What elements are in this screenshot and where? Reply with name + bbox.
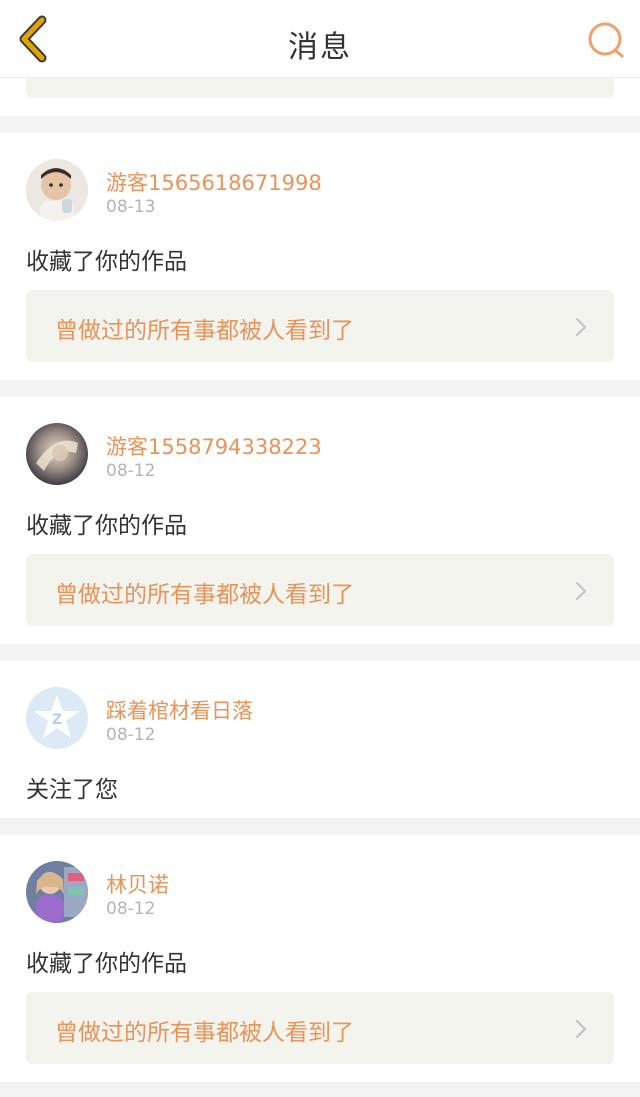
page-title: 消息: [288, 30, 352, 65]
notification-card: 游客1558794338223 08-12 收藏了你的作品 曾做过的所有事都被人…: [0, 397, 640, 644]
timestamp: 08-12: [106, 461, 156, 481]
timestamp: 08-12: [106, 899, 156, 919]
work-title: 曾做过的所有事都被人看到了: [55, 1020, 354, 1046]
chevron-right-icon: [575, 1019, 587, 1039]
search-icon: [588, 22, 624, 58]
action-text: 关注了您: [26, 777, 118, 803]
avatar[interactable]: [26, 861, 88, 923]
qq-default-avatar-icon: Z: [26, 687, 88, 749]
top-bar: 消息: [0, 0, 640, 78]
username[interactable]: 游客1565618671998: [106, 167, 322, 197]
search-button[interactable]: [586, 20, 626, 60]
action-text: 收藏了你的作品: [26, 513, 187, 539]
work-title: 曾做过的所有事都被人看到了: [55, 582, 354, 608]
notification-card: 林贝诺 08-12 收藏了你的作品 曾做过的所有事都被人看到了: [0, 835, 640, 1082]
avatar[interactable]: [26, 159, 88, 221]
action-text: 收藏了你的作品: [26, 249, 187, 275]
avatar-photo: [26, 423, 88, 485]
notification-card: 游客1565618671998 08-13 收藏了你的作品 曾做过的所有事都被人…: [0, 133, 640, 380]
timestamp: 08-12: [106, 725, 156, 745]
avatar-photo: [26, 861, 88, 923]
avatar-photo: [26, 159, 88, 221]
work-title: 曾做过的所有事都被人看到了: [55, 318, 354, 344]
action-text: 收藏了你的作品: [26, 951, 187, 977]
username[interactable]: 林贝诺: [106, 869, 169, 899]
avatar[interactable]: [26, 423, 88, 485]
chevron-right-icon: [575, 317, 587, 337]
work-link[interactable]: 曾做过的所有事都被人看到了: [26, 992, 614, 1064]
avatar[interactable]: Z: [26, 687, 88, 749]
work-link[interactable]: 曾做过的所有事都被人看到了: [26, 290, 614, 362]
timestamp: 08-13: [106, 197, 156, 217]
notification-card: Z 踩着棺材看日落 08-12 关注了您: [0, 661, 640, 818]
username[interactable]: 游客1558794338223: [106, 431, 322, 461]
svg-text:Z: Z: [52, 712, 62, 728]
username[interactable]: 踩着棺材看日落: [106, 695, 253, 725]
work-link[interactable]: 曾做过的所有事都被人看到了: [26, 554, 614, 626]
chevron-right-icon: [575, 581, 587, 601]
